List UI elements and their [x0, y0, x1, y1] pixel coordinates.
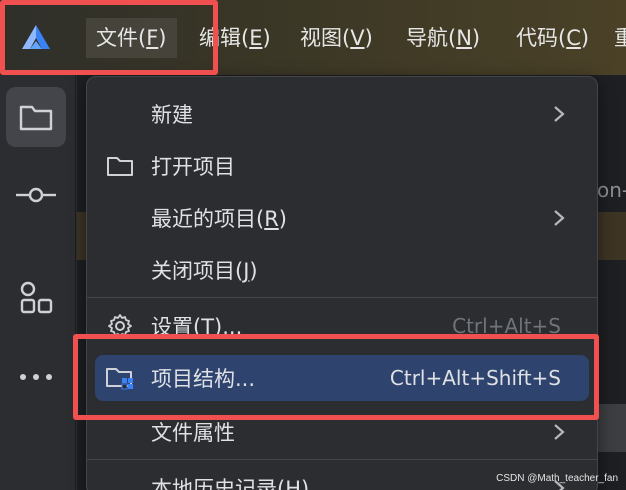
- menu-item-label: 设置(T)...: [151, 311, 242, 341]
- project-structure-icon: [105, 366, 135, 390]
- menu-view-suffix: ): [364, 26, 373, 50]
- menu-item-mnemonic: T: [201, 315, 215, 339]
- chevron-right-icon: [549, 208, 569, 228]
- more-tools-button[interactable]: [6, 347, 66, 407]
- menu-view[interactable]: 视图(V): [300, 18, 373, 58]
- background-peek-text: on-: [597, 178, 626, 202]
- menu-item-mnemonic: R: [264, 207, 279, 231]
- menu-code-mnemonic: C: [566, 26, 581, 50]
- menu-item-suffix: ): [301, 477, 310, 490]
- menu-item-shortcut: Ctrl+Alt+S: [452, 314, 561, 338]
- menu-refactor[interactable]: 重: [614, 18, 626, 58]
- menu-item-suffix: ): [278, 207, 287, 231]
- menu-item-settings[interactable]: 设置(T)... Ctrl+Alt+S: [95, 303, 589, 349]
- menu-item-label: 打开项目: [151, 155, 235, 179]
- menu-item-label-text: 设置(: [151, 315, 202, 339]
- menu-item-new[interactable]: 新建: [95, 91, 589, 137]
- menu-navigate-suffix: ): [471, 26, 481, 50]
- menu-item-label-text: 本地历史记录(: [151, 477, 286, 490]
- menu-view-mnemonic: V: [350, 26, 365, 50]
- menu-bar: 文件(F) 编辑(E) 视图(V) 导航(N) 代码(C) 重: [0, 0, 626, 75]
- menu-edit-label: 编辑(: [199, 26, 250, 50]
- menu-item-recent-projects[interactable]: 最近的项目(R): [95, 195, 589, 241]
- menu-item-label: 新建: [151, 103, 193, 127]
- menu-refactor-label: 重: [614, 26, 626, 50]
- menu-file[interactable]: 文件(F): [86, 18, 177, 58]
- menu-item-label: 最近的项目(R): [151, 203, 287, 233]
- app-logo-icon[interactable]: [14, 18, 58, 58]
- chevron-right-icon: [549, 422, 569, 442]
- menu-item-label: 文件属性: [151, 421, 235, 445]
- chevron-right-icon: [549, 104, 569, 124]
- menu-edit-suffix: ): [262, 26, 271, 50]
- menu-edit-mnemonic: E: [249, 26, 263, 50]
- menu-item-label-text: 最近的项目(: [151, 207, 265, 231]
- menu-edit[interactable]: 编辑(E): [199, 18, 271, 58]
- menu-item-label: 项目结构...: [151, 367, 256, 391]
- menu-item-label: 关闭项目(J): [151, 255, 258, 285]
- structure-tool-button[interactable]: [6, 267, 66, 327]
- watermark: CSDN @Math_teacher_fan: [496, 473, 618, 484]
- menu-item-open-project[interactable]: 打开项目: [95, 143, 589, 189]
- folder-icon: [19, 105, 53, 131]
- file-menu-dropdown: 新建 打开项目 最近的项目(R) 关闭项目(J) 设置(T)... Ctrl+A…: [86, 76, 598, 490]
- commit-icon: [16, 187, 56, 203]
- menu-separator: [87, 459, 597, 460]
- menu-item-project-structure[interactable]: 项目结构... Ctrl+Alt+Shift+S: [95, 355, 589, 401]
- menu-file-label: 文件(: [96, 26, 147, 50]
- gear-icon: [105, 314, 135, 338]
- menu-item-suffix: ): [249, 259, 258, 283]
- menu-separator: [87, 297, 597, 298]
- menu-navigate[interactable]: 导航(N): [406, 18, 480, 58]
- menu-file-suffix: ): [158, 26, 167, 50]
- menu-code-suffix: ): [580, 26, 590, 50]
- menu-file-mnemonic: F: [146, 26, 159, 50]
- menu-item-suffix: )...: [214, 315, 243, 339]
- menu-navigate-label: 导航(: [406, 26, 457, 50]
- menu-item-label: 本地历史记录(H): [151, 473, 309, 490]
- more-icon: [20, 374, 52, 380]
- menu-item-close-project[interactable]: 关闭项目(J): [95, 247, 589, 293]
- menu-view-label: 视图(: [300, 26, 351, 50]
- menu-code-label: 代码(: [516, 26, 567, 50]
- menu-navigate-mnemonic: N: [456, 26, 472, 50]
- project-tool-button[interactable]: [6, 87, 66, 147]
- menu-item-shortcut: Ctrl+Alt+Shift+S: [389, 366, 561, 390]
- modules-icon: [20, 281, 53, 314]
- tool-strip: [0, 75, 76, 490]
- menu-item-file-properties[interactable]: 文件属性: [95, 409, 589, 455]
- menu-item-label-text: 关闭项目(: [151, 259, 244, 283]
- folder-icon: [105, 154, 135, 178]
- menu-code[interactable]: 代码(C): [516, 18, 589, 58]
- menu-item-mnemonic: H: [285, 477, 301, 490]
- commit-tool-button[interactable]: [6, 165, 66, 225]
